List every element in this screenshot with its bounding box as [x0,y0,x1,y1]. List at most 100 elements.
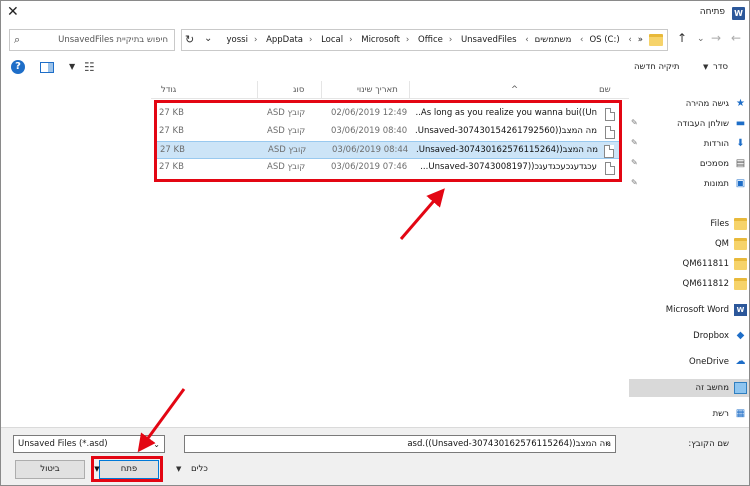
computer-icon [734,382,747,394]
recent-locations-icon[interactable]: ⌄ [697,34,705,44]
nav-item-files[interactable]: Files [629,215,749,233]
pictures-icon: ▣ [735,178,746,189]
column-divider[interactable] [409,81,410,99]
filename-label: שם הקובץ: [688,439,729,449]
nav-item-onedrive[interactable]: ☁ OneDrive [629,353,749,371]
navigation-buttons: ↑ ⌄ → ← [673,31,749,51]
filetype-value: Unsaved Files (*.asd) [18,439,108,449]
nav-item-this-pc[interactable]: מחשב זה [629,379,749,397]
breadcrumb-users[interactable]: משתמשים [535,35,572,45]
navigation-pane: ★ גישה מהירה ✎ ▬ שולחן העבודה ✎ ⬇ הורדות… [629,81,749,423]
folder-icon [649,34,663,46]
download-icon: ⬇ [736,138,745,149]
nav-item-label: תמונות [704,179,729,189]
column-divider[interactable] [321,81,322,99]
window-title: פתיחה [699,7,725,17]
nav-item-label: Files [710,219,729,229]
open-dialog: ✕ פתיחה W ⌕ חיפוש בתיקיית UnsavedFiles ↻… [0,0,750,486]
folder-icon [734,238,747,250]
nav-item-dropbox[interactable]: ◆ Dropbox [629,327,749,345]
nav-item-label: Microsoft Word [665,305,729,315]
chevron-down-icon[interactable]: ⌄ [604,438,611,447]
nav-item-label: Dropbox [693,331,729,341]
nav-item-label: QM611811 [682,259,729,269]
column-date[interactable]: תאריך שינוי [357,85,398,95]
pin-icon: ✎ [631,118,638,127]
breadcrumb-local[interactable]: Local [321,35,343,45]
help-icon[interactable]: ? [11,60,25,74]
column-size[interactable]: גודל [161,85,176,95]
up-arrow-icon[interactable]: ↑ [677,31,687,45]
column-type[interactable]: סוג [293,85,304,95]
pin-icon: ✎ [631,178,638,187]
nav-item-desktop[interactable]: ✎ ▬ שולחן העבודה [629,115,749,133]
forward-arrow-icon[interactable]: → [711,31,721,45]
pin-icon: ✎ [631,158,638,167]
breadcrumb: «› OS (C:)› משתמשים› yossi › AppData › Loc… [226,35,643,45]
chevron-down-icon[interactable]: ⌄ [204,33,212,44]
nav-item-label: גישה מהירה [685,99,729,109]
pin-icon: ✎ [631,138,638,147]
organize-button[interactable]: סדר [713,62,728,72]
nav-item-label: רשת [712,409,729,419]
nav-item-label: OneDrive [689,357,729,367]
folder-icon [734,278,747,290]
breadcrumb-user[interactable]: yossi [227,35,248,45]
new-folder-button[interactable]: תיקיה חדשה [634,62,679,72]
folder-icon [734,218,747,230]
column-headers: ^ גודל סוג תאריך שינוי שם [151,81,629,99]
filetype-select[interactable]: Unsaved Files (*.asd) ⌄ [13,435,165,453]
address-row: ⌕ חיפוש בתיקיית UnsavedFiles ↻ ⌄ «› OS (… [1,29,749,53]
search-input[interactable]: ⌕ חיפוש בתיקיית UnsavedFiles [9,29,175,51]
folder-icon [734,258,747,270]
filename-field[interactable] [184,435,616,453]
nav-item-label: QM [714,239,729,249]
nav-item-downloads[interactable]: ✎ ⬇ הורדות [629,135,749,153]
view-details-icon[interactable]: ☷ [84,60,95,74]
nav-item-quick-access[interactable]: ★ גישה מהירה [629,95,749,113]
organize-chevron-icon[interactable]: ▼ [703,63,708,71]
nav-item-network[interactable]: ▦ רשת [629,405,749,423]
word-app-icon: W [732,7,745,20]
title-bar: ✕ פתיחה W [1,1,749,27]
nav-item-pictures[interactable]: ✎ ▣ תמונות [629,175,749,193]
back-arrow-icon[interactable]: ← [731,31,741,45]
nav-item-microsoft-word[interactable]: W Microsoft Word [629,301,749,319]
address-bar[interactable]: ↻ ⌄ «› OS (C:)› משתמשים› yossi › AppData ›… [181,29,668,51]
nav-item-label: QM611812 [682,279,729,289]
star-icon: ★ [736,98,745,109]
breadcrumb-drive[interactable]: OS (C:) [589,35,619,45]
annotation-arrow-files [399,188,445,240]
sort-ascending-icon: ^ [511,85,519,95]
preview-pane-icon[interactable] [40,62,54,73]
nav-item-documents[interactable]: ✎ ▤ מסמכים [629,155,749,173]
tools-chevron-icon[interactable]: ▼ [176,465,181,473]
chevron-down-icon: ⌄ [153,440,160,449]
toolbar: ? ▼ ☷ תיקיה חדשה ▼ סדר [1,57,749,79]
view-options-chevron-icon[interactable]: ▼ [69,62,75,71]
cancel-button[interactable]: ביטול [15,460,85,479]
search-placeholder: חיפוש בתיקיית UnsavedFiles [58,35,168,45]
nav-item-qm611811[interactable]: QM611811 [629,255,749,273]
refresh-icon[interactable]: ↻ [185,33,194,46]
annotation-highlight-files [154,100,622,182]
desktop-icon: ▬ [735,118,746,129]
onedrive-icon: ☁ [735,356,746,367]
dropbox-icon: ◆ [736,330,745,341]
nav-item-label: מסמכים [699,159,729,169]
nav-item-qm[interactable]: QM [629,235,749,253]
column-divider[interactable] [257,81,258,99]
nav-item-label: שולחן העבודה [676,119,729,129]
tools-menu[interactable]: כלים [191,464,208,474]
breadcrumb-appdata[interactable]: AppData [266,35,303,45]
breadcrumb-unsavedfiles[interactable]: UnsavedFiles [461,35,517,45]
breadcrumb-office[interactable]: Office [418,35,443,45]
breadcrumb-microsoft[interactable]: Microsoft [361,35,400,45]
close-icon[interactable]: ✕ [7,4,19,20]
breadcrumb-overflow[interactable]: « [638,35,643,45]
documents-icon: ▤ [735,158,746,169]
nav-item-label: מחשב זה [695,383,729,393]
column-name[interactable]: שם [599,85,611,95]
nav-item-qm611812[interactable]: QM611812 [629,275,749,293]
word-icon: W [734,304,747,316]
